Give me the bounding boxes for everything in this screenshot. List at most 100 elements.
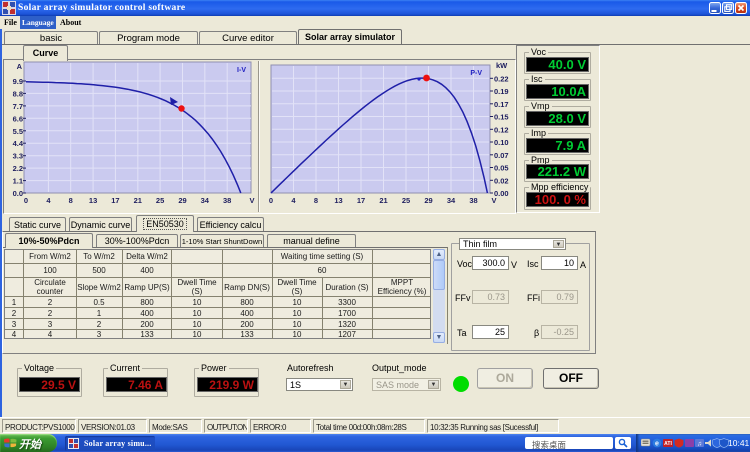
svg-text:17: 17: [111, 196, 119, 205]
svg-text:34: 34: [447, 196, 456, 205]
svg-text:To W/m2: To W/m2: [83, 252, 115, 261]
svg-text:ATI: ATI: [664, 441, 672, 447]
svg-text:0.12: 0.12: [494, 125, 509, 134]
svg-text:25: 25: [402, 196, 410, 205]
svg-text:Slope W/m2: Slope W/m2: [77, 283, 121, 292]
svg-text:Duration (S): Duration (S): [325, 283, 368, 292]
svg-text:800: 800: [240, 298, 254, 307]
svg-text:3300: 3300: [338, 298, 356, 307]
svg-text:1: 1: [12, 298, 17, 307]
svg-text:0.5: 0.5: [93, 298, 105, 307]
svg-text:4: 4: [291, 196, 296, 205]
svg-text:133: 133: [140, 330, 154, 339]
svg-text:10: 10: [193, 298, 202, 307]
svg-text:MPPT: MPPT: [391, 278, 413, 287]
svg-text:13: 13: [334, 196, 342, 205]
svg-text:(S): (S): [292, 287, 303, 296]
svg-text:0.17: 0.17: [494, 100, 509, 109]
svg-text:4: 4: [48, 330, 53, 339]
svg-text:0.10: 0.10: [494, 138, 509, 147]
svg-text:Circulate: Circulate: [34, 278, 66, 287]
svg-text:400: 400: [240, 309, 254, 318]
svg-text:29: 29: [178, 196, 186, 205]
svg-text:0.0: 0.0: [13, 189, 23, 198]
svg-text:10: 10: [293, 320, 302, 329]
svg-text:4: 4: [46, 196, 51, 205]
svg-text:3: 3: [97, 330, 102, 339]
svg-text:1320: 1320: [338, 320, 356, 329]
svg-text:9.9: 9.9: [13, 77, 23, 86]
svg-text:2: 2: [12, 309, 17, 318]
svg-text:V: V: [491, 196, 496, 205]
svg-text:From W/m2: From W/m2: [29, 252, 71, 261]
svg-text:0: 0: [269, 196, 273, 205]
svg-text:1.1: 1.1: [13, 177, 23, 186]
svg-text:4: 4: [12, 330, 17, 339]
svg-text:kW: kW: [496, 61, 508, 70]
svg-text:2: 2: [48, 309, 53, 318]
svg-text:2: 2: [97, 320, 102, 329]
svg-text:1700: 1700: [338, 309, 356, 318]
svg-text:0.19: 0.19: [494, 87, 509, 96]
svg-text:0.22: 0.22: [494, 74, 509, 83]
svg-text:Dwell Time: Dwell Time: [177, 278, 217, 287]
svg-text:Efficiency (%): Efficiency (%): [378, 287, 427, 296]
svg-text:3.3: 3.3: [13, 152, 23, 161]
svg-text:0: 0: [24, 196, 28, 205]
svg-text:0.07: 0.07: [494, 151, 509, 160]
svg-text:25: 25: [156, 196, 164, 205]
svg-text:1: 1: [97, 309, 102, 318]
svg-text:counter: counter: [37, 287, 64, 296]
svg-text:2: 2: [48, 298, 53, 307]
svg-text:A: A: [17, 62, 23, 71]
svg-text:34: 34: [201, 196, 210, 205]
svg-text:Dwell Time: Dwell Time: [277, 278, 317, 287]
svg-text:0.05: 0.05: [494, 164, 509, 173]
svg-text:5.5: 5.5: [13, 127, 23, 136]
svg-text:3: 3: [48, 320, 53, 329]
svg-text:V: V: [249, 196, 254, 205]
svg-text:1207: 1207: [338, 330, 356, 339]
svg-text:Delta W/m2: Delta W/m2: [126, 252, 168, 261]
svg-text:2.2: 2.2: [13, 164, 23, 173]
svg-text:Ramp UP(S): Ramp UP(S): [124, 283, 170, 292]
svg-text:13: 13: [89, 196, 97, 205]
svg-text:0.02: 0.02: [494, 176, 509, 185]
svg-text:e: e: [655, 441, 659, 448]
svg-text:10: 10: [193, 309, 202, 318]
svg-text:10: 10: [193, 330, 202, 339]
svg-text:21: 21: [134, 196, 142, 205]
svg-text:17: 17: [357, 196, 365, 205]
svg-text:8.8: 8.8: [13, 89, 23, 98]
svg-text:29: 29: [424, 196, 432, 205]
svg-text:200: 200: [140, 320, 154, 329]
svg-text:38: 38: [223, 196, 231, 205]
svg-text:10: 10: [293, 309, 302, 318]
svg-text:P-V: P-V: [470, 70, 482, 77]
svg-text:8: 8: [69, 196, 73, 205]
svg-text:38: 38: [469, 196, 477, 205]
svg-text:8: 8: [314, 196, 318, 205]
svg-text:21: 21: [379, 196, 387, 205]
svg-text:7.7: 7.7: [13, 102, 23, 111]
svg-text:6.6: 6.6: [13, 114, 23, 123]
svg-text:400: 400: [140, 309, 154, 318]
svg-text:800: 800: [140, 298, 154, 307]
svg-text:♫: ♫: [697, 440, 702, 447]
svg-text:100: 100: [43, 266, 57, 275]
svg-text:133: 133: [240, 330, 254, 339]
svg-text:10: 10: [193, 320, 202, 329]
svg-text:60: 60: [318, 266, 327, 275]
svg-text:Waiting time setting (S): Waiting time setting (S): [281, 252, 364, 261]
svg-text:I-V: I-V: [237, 67, 246, 74]
svg-text:500: 500: [92, 266, 106, 275]
svg-text:3: 3: [12, 320, 17, 329]
svg-text:(S): (S): [192, 287, 203, 296]
svg-text:Ramp DN(S): Ramp DN(S): [224, 283, 270, 292]
svg-text:10: 10: [293, 298, 302, 307]
svg-text:400: 400: [140, 266, 154, 275]
svg-text:4.4: 4.4: [13, 139, 24, 148]
svg-text:10: 10: [293, 330, 302, 339]
svg-text:0.15: 0.15: [494, 113, 509, 122]
svg-text:200: 200: [240, 320, 254, 329]
